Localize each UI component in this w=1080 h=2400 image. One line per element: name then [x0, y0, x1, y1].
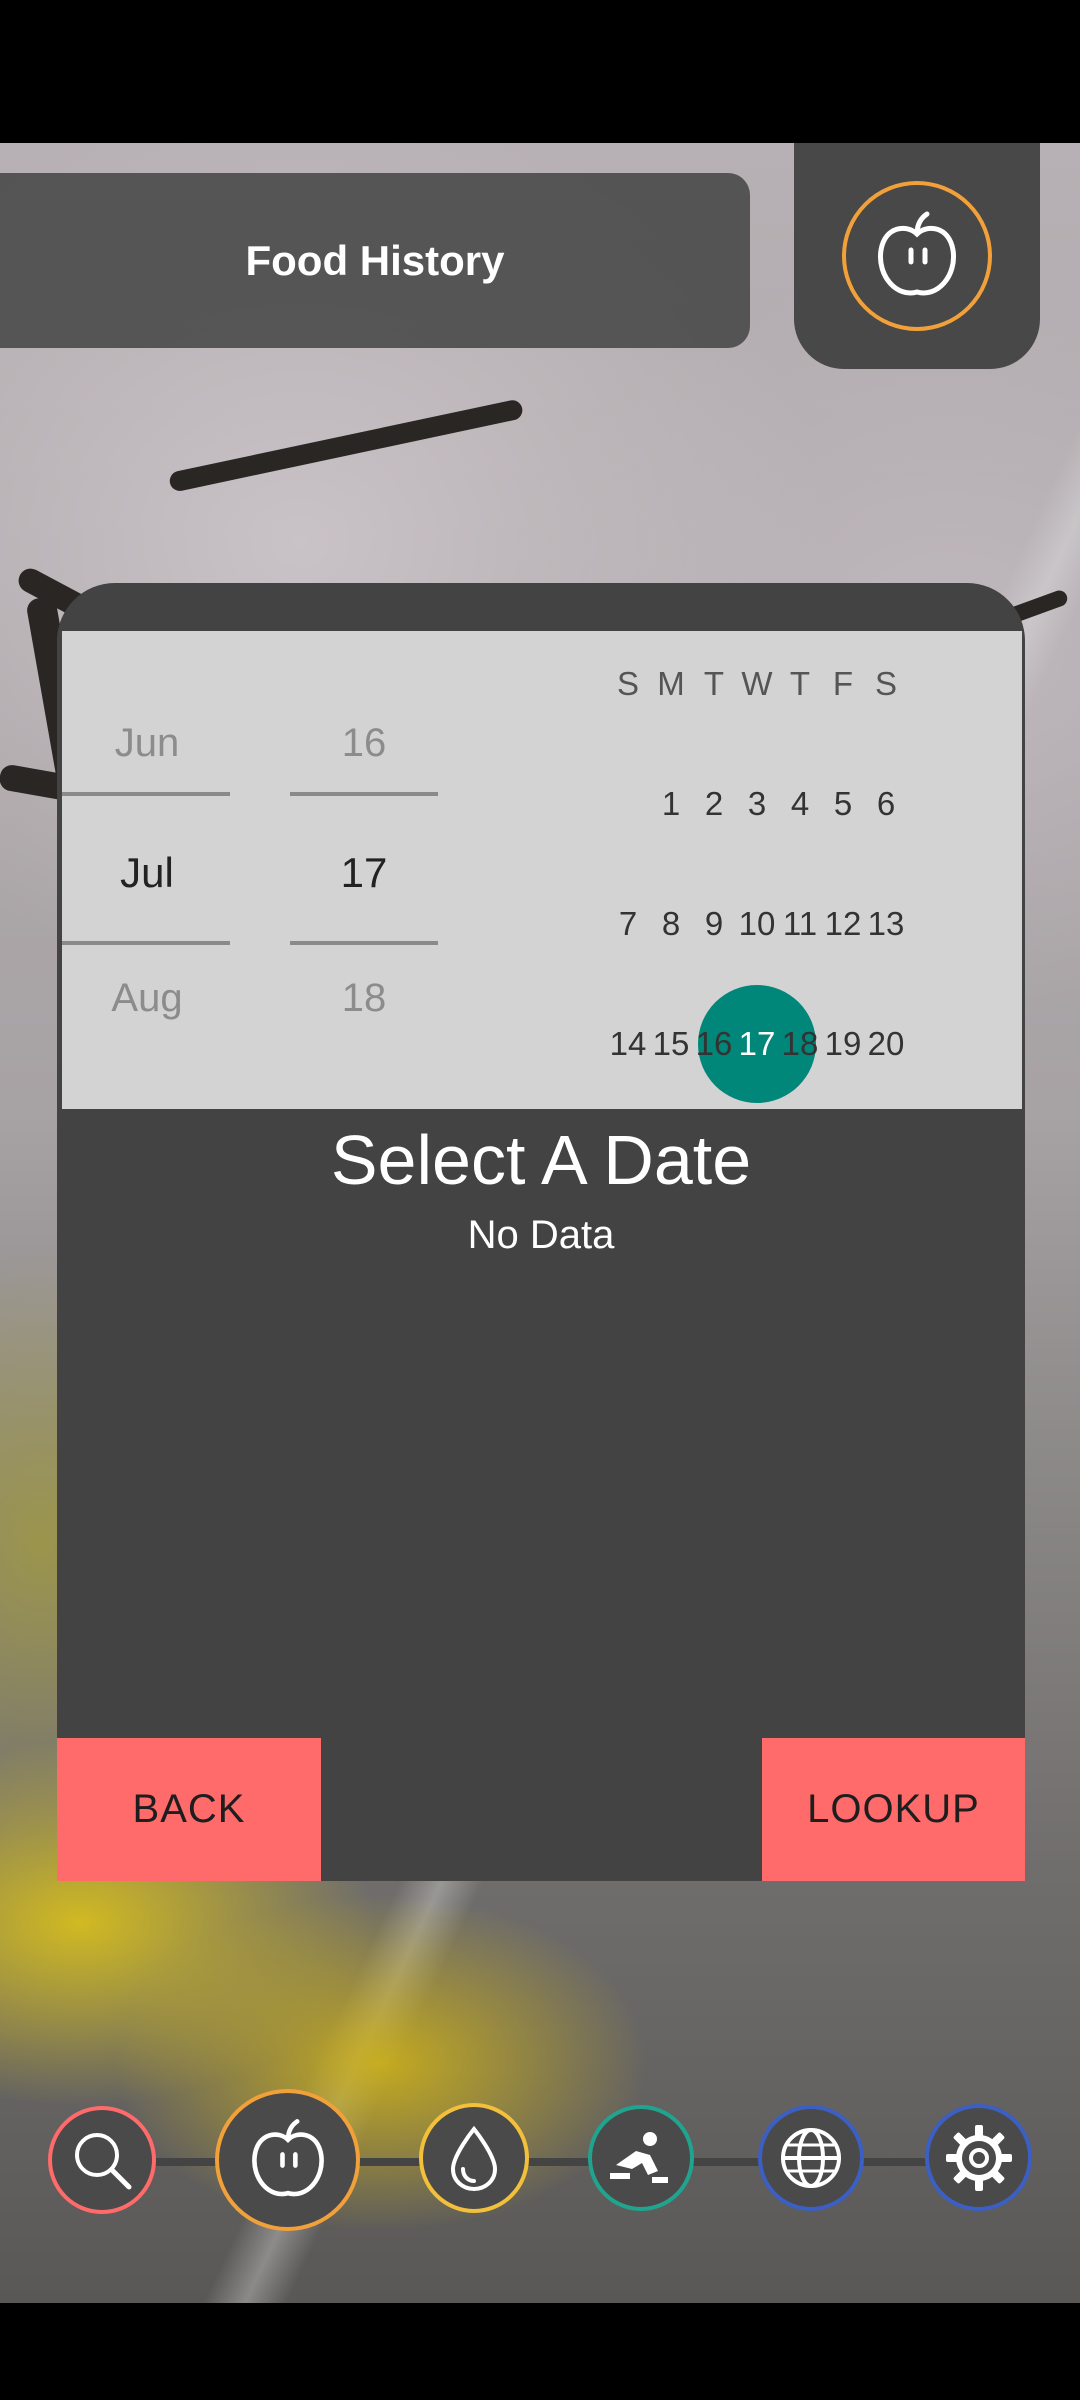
lookup-button[interactable]: LOOKUP: [762, 1738, 1025, 1881]
calendar-day[interactable]: 16: [692, 1025, 736, 1063]
globe-icon: [781, 2128, 841, 2188]
no-data-text: No Data: [467, 1213, 615, 1257]
month-divider-top: [62, 792, 230, 796]
day-divider-top: [290, 792, 438, 796]
calendar-day[interactable]: 10: [735, 905, 779, 943]
apple-icon: [251, 2119, 324, 2197]
lookup-label: LOOKUP: [807, 1787, 980, 1831]
calendar-day[interactable]: 11: [778, 905, 822, 943]
back-button[interactable]: BACK: [57, 1738, 321, 1881]
nav-exercise[interactable]: [588, 2105, 694, 2211]
day-selected[interactable]: 17: [290, 849, 438, 897]
calendar-day[interactable]: 14: [606, 1025, 650, 1063]
back-label: BACK: [132, 1787, 246, 1831]
weekday-header: S: [616, 665, 639, 702]
month-prev[interactable]: Jun: [62, 721, 232, 766]
nav-water[interactable]: [419, 2103, 529, 2213]
select-date-heading: Select A Date: [330, 1121, 752, 1199]
nav-food[interactable]: [215, 2089, 360, 2231]
water-drop-icon: [450, 2125, 498, 2192]
calendar-day[interactable]: 12: [821, 905, 865, 943]
calendar-day[interactable]: 2: [692, 785, 736, 823]
calendar-day[interactable]: 8: [649, 905, 693, 943]
weekday-header: W: [741, 665, 773, 702]
calendar-day[interactable]: 4: [778, 785, 822, 823]
apple-icon: [878, 211, 956, 296]
calendar-day[interactable]: 18: [778, 1025, 822, 1063]
weekday-header: F: [832, 665, 854, 702]
month-selected[interactable]: Jul: [62, 849, 232, 897]
calendar-day[interactable]: 9: [692, 905, 736, 943]
month-next[interactable]: Aug: [62, 976, 232, 1021]
calendar-day[interactable]: 20: [864, 1025, 908, 1063]
food-badge: [842, 181, 992, 331]
weekday-header: M: [657, 665, 685, 702]
calendar-day-selected[interactable]: 17: [735, 1025, 779, 1063]
nav-globe[interactable]: [758, 2105, 864, 2211]
gear-icon: [945, 2124, 1012, 2191]
food-tab[interactable]: [794, 143, 1040, 369]
nav-search[interactable]: [48, 2106, 156, 2214]
calendar-day[interactable]: 5: [821, 785, 865, 823]
day-divider-bottom: [290, 941, 438, 945]
weekday-header: S: [874, 665, 897, 702]
search-icon: [75, 2133, 132, 2190]
page-title: Food History: [245, 236, 505, 284]
calendar-day[interactable]: 15: [649, 1025, 693, 1063]
calendar-day[interactable]: 3: [735, 785, 779, 823]
day-next[interactable]: 18: [290, 976, 438, 1021]
weekday-header: T: [703, 665, 725, 702]
month-divider-bottom: [62, 941, 230, 945]
calendar-day[interactable]: 1: [649, 785, 693, 823]
day-prev[interactable]: 16: [290, 721, 438, 766]
calendar-day[interactable]: 6: [864, 785, 908, 823]
nav-settings[interactable]: [925, 2104, 1032, 2211]
weekday-header: T: [789, 665, 811, 702]
calendar-day[interactable]: 19: [821, 1025, 865, 1063]
calendar-day[interactable]: 13: [864, 905, 908, 943]
page-title-bar: Food History: [0, 173, 750, 348]
exercise-icon: [610, 2132, 668, 2183]
calendar-day[interactable]: 7: [606, 905, 650, 943]
